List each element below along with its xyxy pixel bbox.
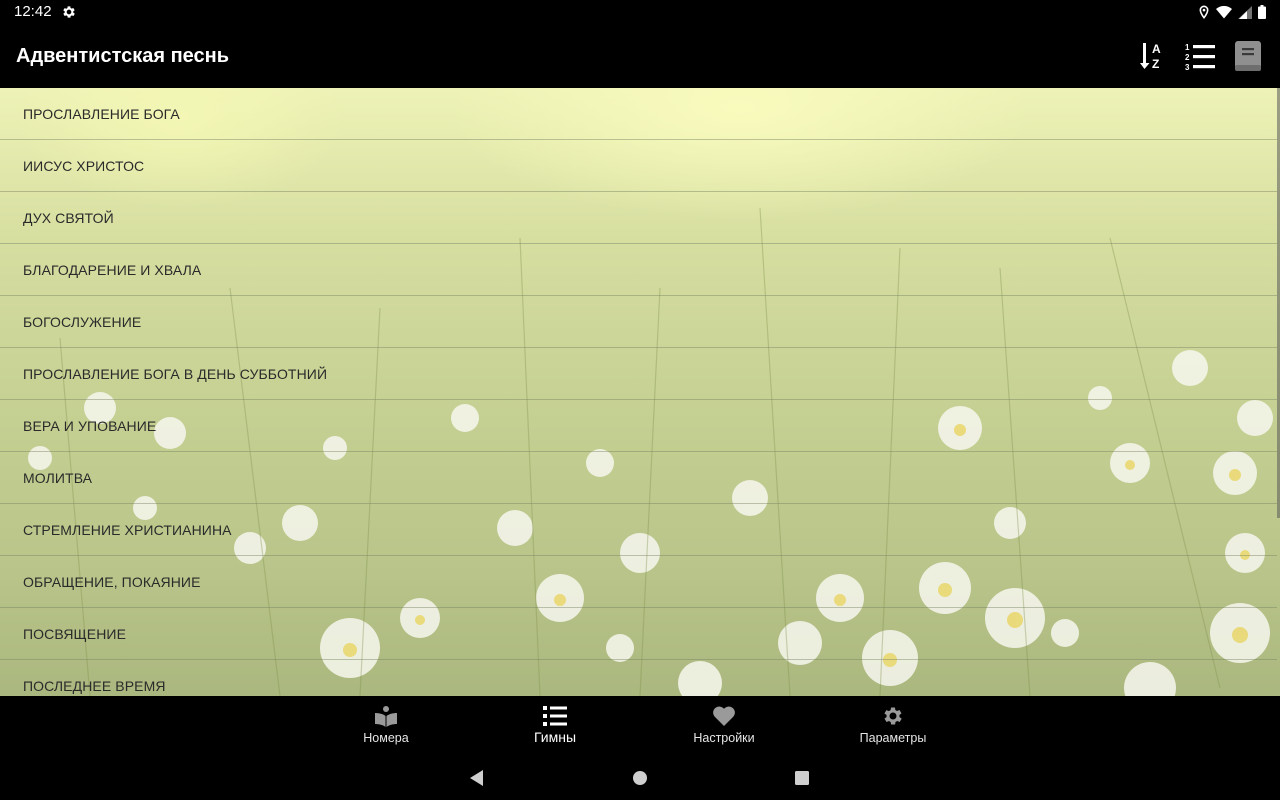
svg-text:2: 2 [1185, 53, 1190, 62]
battery-icon [1258, 5, 1266, 19]
list-item[interactable]: БЛАГОДАРЕНИЕ И ХВАЛА [0, 244, 1277, 296]
list-item[interactable]: ПОСВЯЩЕНИЕ [0, 608, 1277, 660]
list-item-label: ДУХ СВЯТОЙ [23, 209, 114, 226]
list-item-label: ОБРАЩЕНИЕ, ПОКАЯНИЕ [23, 573, 201, 590]
list-icon [543, 706, 567, 726]
book-button[interactable] [1228, 36, 1268, 76]
system-navigation-bar [0, 756, 1280, 800]
list-item-label: ИИСУС ХРИСТОС [23, 157, 145, 174]
list-item-label: ПОСЛЕДНЕЕ ВРЕМЯ [23, 677, 166, 694]
list-item-label: ПОСВЯЩЕНИЕ [23, 625, 127, 642]
signal-icon [1238, 5, 1252, 19]
heart-icon [713, 706, 735, 726]
numbered-list-button[interactable]: 1 2 3 [1180, 36, 1220, 76]
list-item[interactable]: ДУХ СВЯТОЙ [0, 192, 1277, 244]
list-item-label: БОГОСЛУЖЕНИЕ [23, 313, 142, 330]
list-item[interactable]: МОЛИТВА [0, 452, 1277, 504]
nav-label: Настройки [693, 731, 755, 745]
nav-tab-parameters[interactable]: Параметры [833, 696, 953, 756]
list-item-label: МОЛИТВА [23, 469, 93, 486]
status-time: 12:42 [14, 3, 52, 20]
list-item[interactable]: ПОСЛЕДНЕЕ ВРЕМЯ [0, 660, 1277, 696]
gear-icon [884, 707, 902, 725]
nav-label: Номера [363, 731, 409, 745]
recents-icon[interactable] [792, 768, 812, 788]
list-item[interactable]: ВЕРА И УПОВАНИЕ [0, 400, 1277, 452]
settings-notification-icon [63, 6, 75, 18]
back-icon[interactable] [467, 768, 487, 788]
list-item[interactable]: ПРОСЛАВЛЕНИЕ БОГА [0, 88, 1277, 140]
list-item[interactable]: ПРОСЛАВЛЕНИЕ БОГА В ДЕНЬ СУББОТНИЙ [0, 348, 1277, 400]
wifi-icon [1216, 5, 1232, 18]
nav-tab-settings[interactable]: Настройки [664, 696, 784, 756]
book-icon [1235, 41, 1261, 71]
list-item[interactable]: СТРЕМЛЕНИЕ ХРИСТИАНИНА [0, 504, 1277, 556]
nav-label: Гимны [533, 729, 577, 745]
nav-tab-hymns[interactable]: Гимны [495, 696, 615, 756]
svg-text:A: A [1152, 42, 1161, 56]
bottom-navigation: Номера Гимны Настройки Параметры [0, 696, 1280, 756]
list-item[interactable]: БОГОСЛУЖЕНИЕ [0, 296, 1277, 348]
list-item-label: ВЕРА И УПОВАНИЕ [23, 417, 157, 434]
category-list[interactable]: ПРОСЛАВЛЕНИЕ БОГА ИИСУС ХРИСТОС ДУХ СВЯТ… [0, 88, 1280, 696]
sort-alpha-icon: A Z [1140, 42, 1161, 71]
open-book-icon [375, 706, 397, 727]
nav-tab-numbers[interactable]: Номера [326, 696, 446, 756]
list-item-label: БЛАГОДАРЕНИЕ И ХВАЛА [23, 261, 202, 278]
list-item-label: СТРЕМЛЕНИЕ ХРИСТИАНИНА [23, 521, 232, 538]
list-item[interactable]: ИИСУС ХРИСТОС [0, 140, 1277, 192]
app-bar: Адвентистская песнь A Z 1 2 3 [0, 24, 1280, 88]
numbered-list-icon: 1 2 3 [1185, 43, 1215, 71]
sort-alpha-button[interactable]: A Z [1132, 36, 1172, 76]
list-item-label: ПРОСЛАВЛЕНИЕ БОГА [23, 105, 180, 122]
nav-label: Параметры [859, 731, 927, 745]
home-icon[interactable] [630, 768, 650, 788]
list-item[interactable]: ОБРАЩЕНИЕ, ПОКАЯНИЕ [0, 556, 1277, 608]
svg-text:3: 3 [1185, 63, 1190, 71]
location-icon [1199, 5, 1209, 19]
svg-text:Z: Z [1152, 57, 1159, 71]
app-title: Адвентистская песнь [16, 45, 230, 67]
list-item-label: ПРОСЛАВЛЕНИЕ БОГА В ДЕНЬ СУББОТНИЙ [23, 365, 328, 382]
svg-text:1: 1 [1185, 43, 1190, 52]
status-icons [1198, 4, 1266, 20]
status-bar: 12:42 [0, 0, 1280, 24]
